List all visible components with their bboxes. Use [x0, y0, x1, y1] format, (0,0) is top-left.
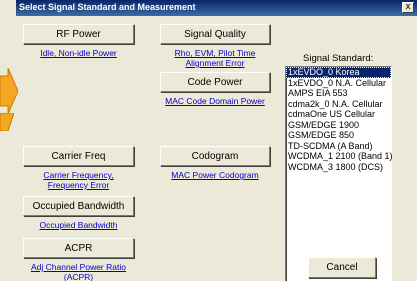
close-icon[interactable]: x: [402, 2, 414, 13]
dialog-titlebar[interactable]: Select Signal Standard and Measurement x: [16, 0, 417, 16]
signal-standard-option[interactable]: 1xEVDO_0 Korea: [286, 67, 391, 78]
signal-standard-option[interactable]: AMPS EIA 553: [286, 88, 391, 99]
carrier-freq-button[interactable]: Carrier Freq: [23, 146, 134, 166]
measurement-dialog: Select Signal Standard and Measurement x…: [0, 0, 417, 281]
carrier-freq-link[interactable]: Carrier Frequency, Frequency Error: [23, 170, 134, 190]
acpr-button[interactable]: ACPR: [23, 238, 134, 258]
occupied-bandwidth-link[interactable]: Occupied Bandwidth: [23, 220, 134, 230]
signal-quality-button[interactable]: Signal Quality: [160, 24, 270, 44]
code-power-button[interactable]: Code Power: [160, 72, 270, 92]
orange-shape-icon: [0, 112, 15, 132]
signal-standard-option[interactable]: cdma2k_0 N.A. Cellular: [286, 99, 391, 110]
dialog-title: Select Signal Standard and Measurement: [19, 2, 196, 12]
rf-power-link[interactable]: Idle, Non-idle Power: [23, 48, 134, 58]
signal-standard-option[interactable]: cdmaOne US Cellular: [286, 109, 391, 120]
code-power-link[interactable]: MAC Code Domain Power: [160, 96, 270, 106]
acpr-link[interactable]: Adj Channel Power Ratio (ACPR): [23, 262, 134, 281]
signal-standard-option[interactable]: WCDMA_1 2100 (Band 1): [286, 151, 393, 162]
signal-standard-option[interactable]: GSM/EDGE 1900: [286, 120, 391, 131]
occupied-bandwidth-button[interactable]: Occupied Bandwidth: [23, 196, 134, 216]
codogram-link[interactable]: MAC Power Codogram: [160, 170, 270, 180]
signal-quality-link[interactable]: Rho, EVM, Pilot Time Alignment Error: [160, 48, 270, 68]
rf-power-button[interactable]: RF Power: [23, 24, 134, 44]
signal-standard-option[interactable]: WCDMA_3 1800 (DCS): [286, 162, 391, 173]
signal-standard-label: Signal Standard:: [303, 53, 374, 64]
signal-standard-option[interactable]: TD-SCDMA (A Band): [286, 141, 391, 152]
signal-standard-option[interactable]: 1xEVDO_0 N.A. Cellular: [286, 78, 391, 89]
signal-standard-list: 1xEVDO_0 Korea 1xEVDO_0 N.A. Cellular AMPS…: [286, 67, 393, 173]
signal-standard-listbox[interactable]: 1xEVDO_0 Korea 1xEVDO_0 N.A. Cellular AMPS…: [285, 66, 393, 281]
signal-standard-option[interactable]: GSM/EDGE 850: [286, 130, 391, 141]
cancel-button[interactable]: Cancel: [308, 257, 376, 278]
dialog-body: RF Power Idle, Non-idle Power Carrier Fr…: [16, 16, 417, 281]
orange-arrow-icon: [0, 68, 18, 114]
codogram-button[interactable]: Codogram: [160, 146, 270, 166]
